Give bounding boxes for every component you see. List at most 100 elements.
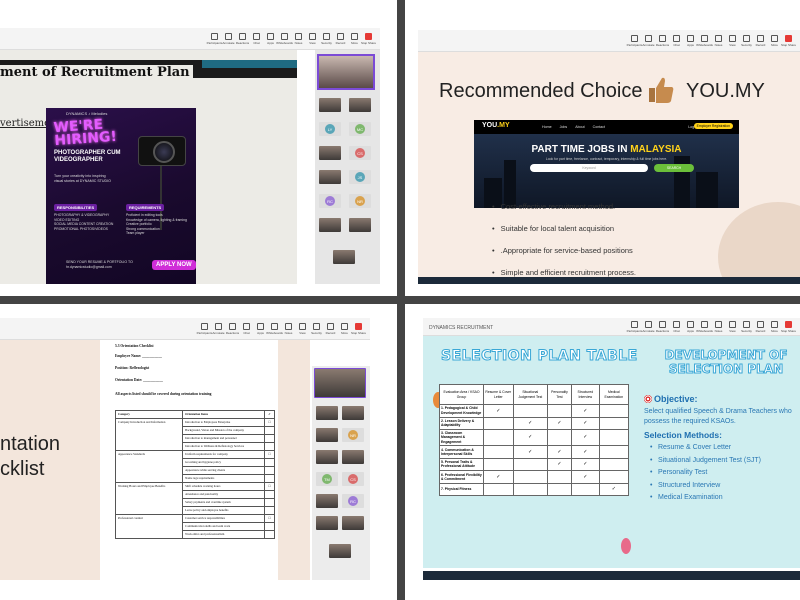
participant-tile[interactable]: NR bbox=[349, 194, 371, 208]
participants-button[interactable]: Participants bbox=[207, 32, 222, 45]
participant-video[interactable] bbox=[319, 218, 341, 232]
more-button[interactable]: More bbox=[769, 320, 780, 333]
stop-share-button[interactable]: Stop Share bbox=[361, 32, 376, 45]
reactions-button[interactable]: Reactions bbox=[656, 34, 669, 47]
checkbox[interactable] bbox=[264, 530, 275, 539]
participant-video[interactable] bbox=[316, 428, 338, 442]
more-button[interactable]: More bbox=[769, 34, 780, 47]
participant-tile[interactable]: LY bbox=[319, 122, 341, 136]
nav-home[interactable]: Home bbox=[542, 125, 552, 129]
security-button[interactable]: Security bbox=[741, 34, 752, 47]
view-button[interactable]: View bbox=[727, 34, 738, 47]
search-button[interactable]: SEARCH bbox=[654, 164, 694, 172]
participant-video[interactable] bbox=[349, 98, 371, 112]
security-button[interactable]: Security bbox=[741, 320, 752, 333]
stop-share-button[interactable]: Stop Share bbox=[781, 34, 796, 47]
checkbox[interactable] bbox=[264, 490, 275, 499]
checkbox[interactable] bbox=[264, 434, 275, 443]
participant-video[interactable] bbox=[333, 250, 355, 264]
participants-button[interactable]: Participants bbox=[197, 322, 212, 335]
participant-tile[interactable]: RC bbox=[319, 194, 341, 208]
more-button[interactable]: More bbox=[349, 32, 360, 45]
participant-tile[interactable]: TM bbox=[316, 472, 338, 486]
participants-button[interactable]: Participants bbox=[627, 320, 642, 333]
record-button[interactable]: Record bbox=[325, 322, 336, 335]
checkbox[interactable]: ☐ bbox=[264, 450, 275, 459]
security-button[interactable]: Security bbox=[321, 32, 332, 45]
site-logo[interactable]: YOU.MY bbox=[482, 122, 510, 129]
annotate-button[interactable]: Annotate bbox=[643, 34, 655, 47]
checkbox[interactable] bbox=[264, 466, 275, 475]
whiteboards-button[interactable]: Whiteboards bbox=[696, 34, 713, 47]
record-button[interactable]: Record bbox=[755, 34, 766, 47]
checkbox[interactable]: ☐ bbox=[264, 514, 275, 523]
security-button[interactable]: Security bbox=[311, 322, 322, 335]
participant-video[interactable] bbox=[319, 170, 341, 184]
whiteboards-button[interactable]: Whiteboards bbox=[696, 320, 713, 333]
nav-contact[interactable]: Contact bbox=[593, 125, 605, 129]
active-speaker-video[interactable] bbox=[314, 368, 366, 398]
view-button[interactable]: View bbox=[727, 320, 738, 333]
reactions-button[interactable]: Reactions bbox=[226, 322, 239, 335]
employer-registration-button[interactable]: Employer Registration bbox=[693, 123, 733, 129]
active-speaker-video[interactable] bbox=[317, 54, 375, 90]
participants-button[interactable]: Participants bbox=[627, 34, 642, 47]
checkbox[interactable] bbox=[264, 522, 275, 531]
notes-button[interactable]: Notes bbox=[293, 32, 304, 45]
annotate-button[interactable]: Annotate bbox=[213, 322, 225, 335]
participant-video[interactable] bbox=[319, 146, 341, 160]
view-button[interactable]: View bbox=[297, 322, 308, 335]
participant-video[interactable] bbox=[349, 218, 371, 232]
record-button[interactable]: Record bbox=[335, 32, 346, 45]
participant-tile[interactable]: CS bbox=[342, 472, 364, 486]
notes-button[interactable]: Notes bbox=[283, 322, 294, 335]
nav-jobs[interactable]: Jobs bbox=[560, 125, 568, 129]
apps-button[interactable]: Apps bbox=[265, 32, 276, 45]
chat-button[interactable]: Chat bbox=[241, 322, 252, 335]
search-input[interactable]: Keyword bbox=[530, 164, 648, 172]
notes-button[interactable]: Notes bbox=[713, 320, 724, 333]
checkbox[interactable] bbox=[264, 506, 275, 515]
annotate-button[interactable]: Annotate bbox=[643, 320, 655, 333]
apps-button[interactable]: Apps bbox=[685, 34, 696, 47]
participant-tile[interactable]: JS bbox=[349, 170, 371, 184]
checkbox[interactable] bbox=[264, 498, 275, 507]
participant-video[interactable] bbox=[319, 98, 341, 112]
participant-tile[interactable]: RC bbox=[342, 494, 364, 508]
chat-button[interactable]: Chat bbox=[671, 34, 682, 47]
whiteboards-button[interactable]: Whiteboards bbox=[276, 32, 293, 45]
chat-button[interactable]: Chat bbox=[671, 320, 682, 333]
checkbox[interactable] bbox=[264, 426, 275, 435]
checkbox[interactable] bbox=[264, 458, 275, 467]
stop-share-button[interactable]: Stop Share bbox=[351, 322, 366, 335]
participant-video[interactable] bbox=[342, 406, 364, 420]
participant-video[interactable] bbox=[329, 544, 351, 558]
participant-video[interactable] bbox=[316, 450, 338, 464]
list-item: PHOTOGRAPHY & VIDEOGRAPHY bbox=[54, 213, 110, 217]
participant-video[interactable] bbox=[342, 516, 364, 530]
whiteboards-button[interactable]: Whiteboards bbox=[266, 322, 283, 335]
participant-video[interactable] bbox=[316, 516, 338, 530]
chat-button[interactable]: Chat bbox=[251, 32, 262, 45]
annotate-button[interactable]: Annotate bbox=[223, 32, 235, 45]
stop-share-button[interactable]: Stop Share bbox=[781, 320, 796, 333]
checkbox[interactable] bbox=[264, 474, 275, 483]
apps-button[interactable]: Apps bbox=[255, 322, 266, 335]
record-button[interactable]: Record bbox=[755, 320, 766, 333]
more-button[interactable]: More bbox=[339, 322, 350, 335]
participant-tile[interactable]: MC bbox=[349, 122, 371, 136]
view-button[interactable]: View bbox=[307, 32, 318, 45]
reactions-button[interactable]: Reactions bbox=[236, 32, 249, 45]
participant-video[interactable] bbox=[316, 406, 338, 420]
notes-button[interactable]: Notes bbox=[713, 34, 724, 47]
participant-tile[interactable]: CS bbox=[349, 146, 371, 160]
participant-video[interactable] bbox=[316, 494, 338, 508]
participant-video[interactable] bbox=[342, 450, 364, 464]
participant-tile[interactable]: NR bbox=[342, 428, 364, 442]
reactions-button[interactable]: Reactions bbox=[656, 320, 669, 333]
checkbox[interactable]: ☐ bbox=[264, 482, 275, 491]
nav-about[interactable]: About bbox=[575, 125, 584, 129]
checkbox[interactable]: ☐ bbox=[264, 418, 275, 427]
apps-button[interactable]: Apps bbox=[685, 320, 696, 333]
checkbox[interactable] bbox=[264, 442, 275, 451]
